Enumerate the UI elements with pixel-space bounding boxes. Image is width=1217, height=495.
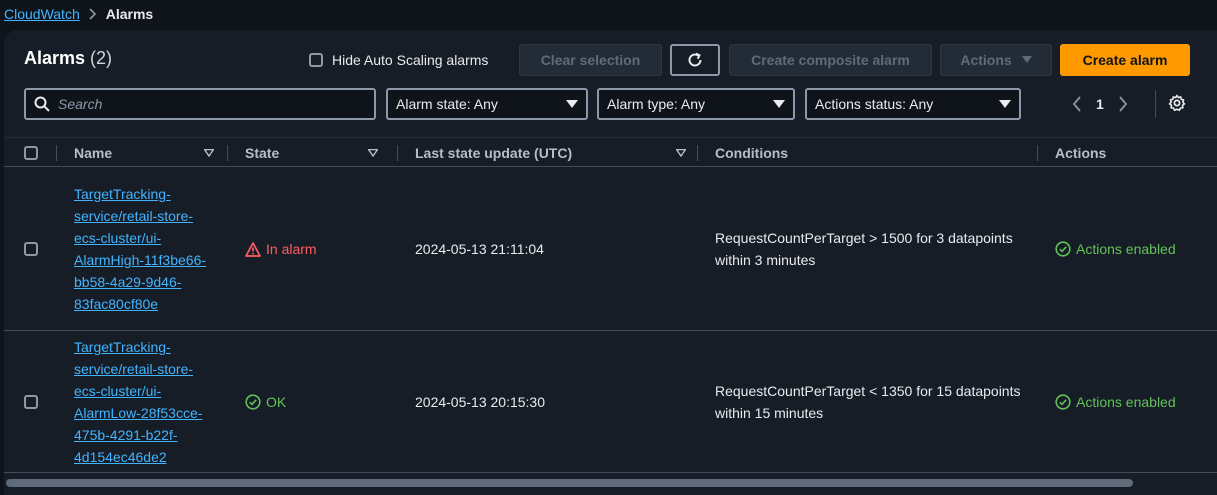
column-header-conditions-label: Conditions (715, 145, 789, 161)
alarm-name-link[interactable]: TargetTracking-service/retail-store-ecs-… (74, 336, 214, 468)
row-select-cell (24, 167, 38, 331)
column-divider (1037, 145, 1038, 161)
conditions-value: RequestCountPerTarget > 1500 for 3 datap… (715, 230, 1013, 268)
table-row: TargetTracking-service/retail-store-ecs-… (4, 331, 1217, 473)
alarm-name-link[interactable]: TargetTracking-service/retail-store-ecs-… (74, 183, 214, 315)
panel-header: Alarms (2) Hide Auto Scaling alarms Clea… (4, 44, 1217, 76)
column-header-name-label: Name (74, 145, 113, 161)
alarm-name-cell: TargetTracking-service/retail-store-ecs-… (74, 167, 214, 331)
last-update-value: 2024-05-13 21:11:04 (415, 241, 544, 257)
column-divider (56, 145, 57, 161)
search-input[interactable] (58, 96, 358, 112)
actions-status-value: Actions status: Any (815, 96, 934, 112)
caret-down-icon (566, 99, 578, 108)
column-header-state-label: State (245, 145, 280, 161)
select-all-cell (24, 138, 54, 168)
column-header-last-update[interactable]: Last state update (UTC) (415, 138, 698, 168)
gear-icon[interactable] (1168, 94, 1186, 112)
column-header-name[interactable]: Name (74, 138, 226, 168)
column-divider (397, 145, 398, 161)
actions-dropdown-label: Actions (960, 52, 1012, 68)
check-circle-icon (1055, 394, 1071, 410)
actions-status-label: Actions enabled (1076, 241, 1176, 257)
actions-status-label: Actions enabled (1076, 394, 1176, 410)
alarm-name-cell: TargetTracking-service/retail-store-ecs-… (74, 331, 214, 473)
actions-cell: Actions enabled (1055, 331, 1176, 473)
select-all-checkbox[interactable] (24, 146, 38, 160)
last-update-value: 2024-05-13 20:15:30 (415, 394, 545, 410)
page-number[interactable]: 1 (1096, 96, 1104, 112)
actions-status: Actions enabled (1055, 394, 1176, 410)
caret-down-icon (773, 99, 785, 108)
caret-down-icon (999, 99, 1011, 108)
row-checkbox[interactable] (24, 242, 38, 256)
alarm-count: (2) (90, 48, 113, 68)
alarms-panel: Alarms (2) Hide Auto Scaling alarms Clea… (4, 30, 1217, 495)
conditions-value: RequestCountPerTarget < 1350 for 15 data… (715, 383, 1021, 421)
page-title-text: Alarms (24, 48, 86, 68)
check-circle-icon (1055, 241, 1071, 257)
breadcrumb-current: Alarms (105, 6, 154, 22)
sort-caret-icon[interactable] (676, 149, 686, 157)
state-label: OK (266, 394, 287, 410)
table-header: Name State Last state update (UTC) Condi… (4, 137, 1217, 167)
column-divider (227, 145, 228, 161)
check-circle-icon (245, 394, 261, 410)
alarm-state-select[interactable]: Alarm state: Any (386, 88, 588, 120)
actions-status: Actions enabled (1055, 241, 1176, 257)
actions-cell: Actions enabled (1055, 167, 1176, 331)
clear-selection-button[interactable]: Clear selection (519, 44, 662, 76)
caret-down-icon (1021, 56, 1032, 63)
create-composite-alarm-button[interactable]: Create composite alarm (729, 44, 932, 76)
scrollbar-thumb[interactable] (6, 479, 1133, 487)
refresh-button[interactable] (670, 44, 720, 76)
hide-autoscaling-checkbox[interactable] (309, 53, 323, 67)
warning-icon (245, 241, 261, 257)
sort-caret-icon[interactable] (368, 149, 378, 157)
chevron-right-icon (88, 8, 98, 20)
page-title: Alarms (2) (24, 48, 112, 69)
chevron-right-icon[interactable] (1118, 96, 1128, 112)
conditions-cell: RequestCountPerTarget < 1350 for 15 data… (715, 331, 1035, 473)
refresh-icon (688, 52, 702, 67)
column-header-actions-label: Actions (1055, 145, 1107, 161)
column-header-state[interactable]: State (245, 138, 390, 168)
conditions-cell: RequestCountPerTarget > 1500 for 3 datap… (715, 167, 1035, 331)
actions-status-select[interactable]: Actions status: Any (805, 88, 1021, 120)
hide-autoscaling-toggle[interactable]: Hide Auto Scaling alarms (309, 52, 488, 68)
column-header-last-update-label: Last state update (UTC) (415, 145, 573, 161)
state-badge: OK (245, 394, 286, 410)
pager-divider (1155, 90, 1156, 118)
row-checkbox[interactable] (24, 395, 38, 409)
pagination: 1 (1072, 88, 1128, 120)
horizontal-scrollbar[interactable] (4, 477, 1217, 489)
table-row: TargetTracking-service/retail-store-ecs-… (4, 167, 1217, 331)
state-label: In alarm (266, 241, 317, 257)
row-select-cell (24, 331, 38, 473)
state-badge: In alarm (245, 241, 317, 257)
column-divider (697, 145, 698, 161)
breadcrumb: CloudWatch Alarms (4, 4, 153, 24)
search-icon (34, 96, 50, 112)
column-header-actions: Actions (1055, 138, 1195, 168)
create-alarm-button[interactable]: Create alarm (1060, 44, 1190, 76)
actions-dropdown-button[interactable]: Actions (940, 44, 1052, 76)
last-update-cell: 2024-05-13 20:15:30 (415, 331, 545, 473)
hide-autoscaling-label: Hide Auto Scaling alarms (332, 52, 489, 68)
breadcrumb-cloudwatch-link[interactable]: CloudWatch (4, 6, 80, 22)
state-cell: In alarm (245, 167, 317, 331)
alarm-state-value: Alarm state: Any (396, 96, 498, 112)
search-field[interactable] (24, 88, 376, 120)
last-update-cell: 2024-05-13 21:11:04 (415, 167, 544, 331)
chevron-left-icon[interactable] (1072, 96, 1082, 112)
state-cell: OK (245, 331, 286, 473)
alarm-type-value: Alarm type: Any (607, 96, 706, 112)
alarm-type-select[interactable]: Alarm type: Any (597, 88, 795, 120)
sort-caret-icon[interactable] (204, 149, 214, 157)
column-header-conditions: Conditions (715, 138, 1035, 168)
